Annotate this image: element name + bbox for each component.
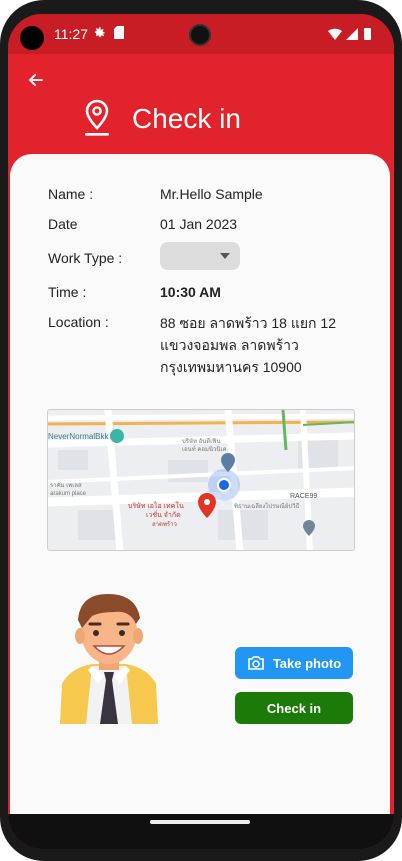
time-label: Time :: [48, 284, 87, 300]
name-label: Name :: [48, 186, 94, 202]
location-line-1: 88 ซอย ลาดพร้าว 18 แยก 12: [160, 315, 336, 331]
checkin-button-label: Check in: [266, 700, 322, 716]
location-map[interactable]: NeverNormalBkk บริษัท อันดีเฟิน เอนท์ คอ…: [47, 409, 355, 551]
wifi-icon: [328, 28, 342, 40]
map-label-place3: บริษัท เอไอ เทคโน: [128, 501, 184, 510]
map-label-place1: บริษัท อันดีเฟิน: [182, 437, 221, 445]
take-photo-label: Take photo: [272, 655, 342, 671]
checkin-form-card: Name : Mr.Hello Sample Date 01 Jan 2023 …: [10, 154, 390, 814]
take-photo-button[interactable]: Take photo: [235, 647, 353, 679]
location-pin-icon: [85, 99, 109, 136]
map-label-place1b: เอนท์ คอมนิวนิเค: [182, 445, 227, 453]
caret-down-icon: [220, 253, 230, 259]
status-bar: 11:27: [8, 14, 394, 54]
page-title: Check in: [132, 103, 241, 134]
map-label-place3c: ลาดพร้าว: [152, 521, 177, 528]
home-gesture-bar[interactable]: [150, 820, 250, 824]
back-button[interactable]: [22, 66, 50, 94]
date-label: Date: [48, 216, 78, 232]
map-label-place3b: เวชั่น จำกัด: [146, 510, 181, 519]
system-status-icons: [328, 28, 371, 40]
arrow-left-icon: [28, 73, 43, 87]
work-type-dropdown[interactable]: [160, 242, 240, 270]
front-camera: [20, 26, 44, 50]
device-frame: 11:27 Check in Name: Mr.Hello Sample Da…: [0, 0, 402, 861]
user-avatar-illustration: [60, 594, 158, 724]
work-type-label: Work Type :: [48, 250, 123, 266]
location-value: 88 ซอย ลาดพร้าว 18 แยก 12 แขวงจอมพล ลาดพ…: [160, 312, 360, 378]
map-label-brand: NeverNormalBkk: [48, 432, 109, 441]
camera-notch: [189, 24, 211, 46]
screen: 11:27 Check in Name: Mr.Hello Sample Da…: [8, 14, 394, 849]
map-label-place2b: arakum place: [50, 491, 87, 497]
name-value: Mr.Hello Sample: [160, 186, 263, 202]
location-line-3: กรุงเทพมหานคร 10900: [160, 359, 302, 375]
current-location-dot: [217, 478, 231, 492]
location-label: Location :: [48, 314, 109, 330]
sim-card-icon: [114, 26, 124, 39]
time-value: 10:30 AM: [160, 284, 221, 300]
location-line-2: แขวงจอมพล ลาดพร้าว: [160, 337, 299, 353]
checkin-button[interactable]: Check in: [235, 692, 353, 724]
map-label-place5: พิธานเฉลียงไปรษณีย์ปวิธี: [234, 502, 300, 510]
map-label-place4: RACE99: [290, 493, 317, 500]
date-value: 01 Jan 2023: [160, 216, 238, 232]
map-label-place2: ราคัม เพเลส: [50, 482, 82, 489]
map-canvas: NeverNormalBkk บริษัท อันดีเฟิน เอนท์ คอ…: [48, 410, 354, 550]
gear-icon: [94, 27, 105, 38]
signal-icon: [346, 28, 358, 40]
status-time: 11:27: [54, 26, 88, 42]
map-poi-icon: [110, 429, 124, 443]
camera-icon: [248, 656, 264, 670]
battery-icon: [364, 28, 371, 40]
